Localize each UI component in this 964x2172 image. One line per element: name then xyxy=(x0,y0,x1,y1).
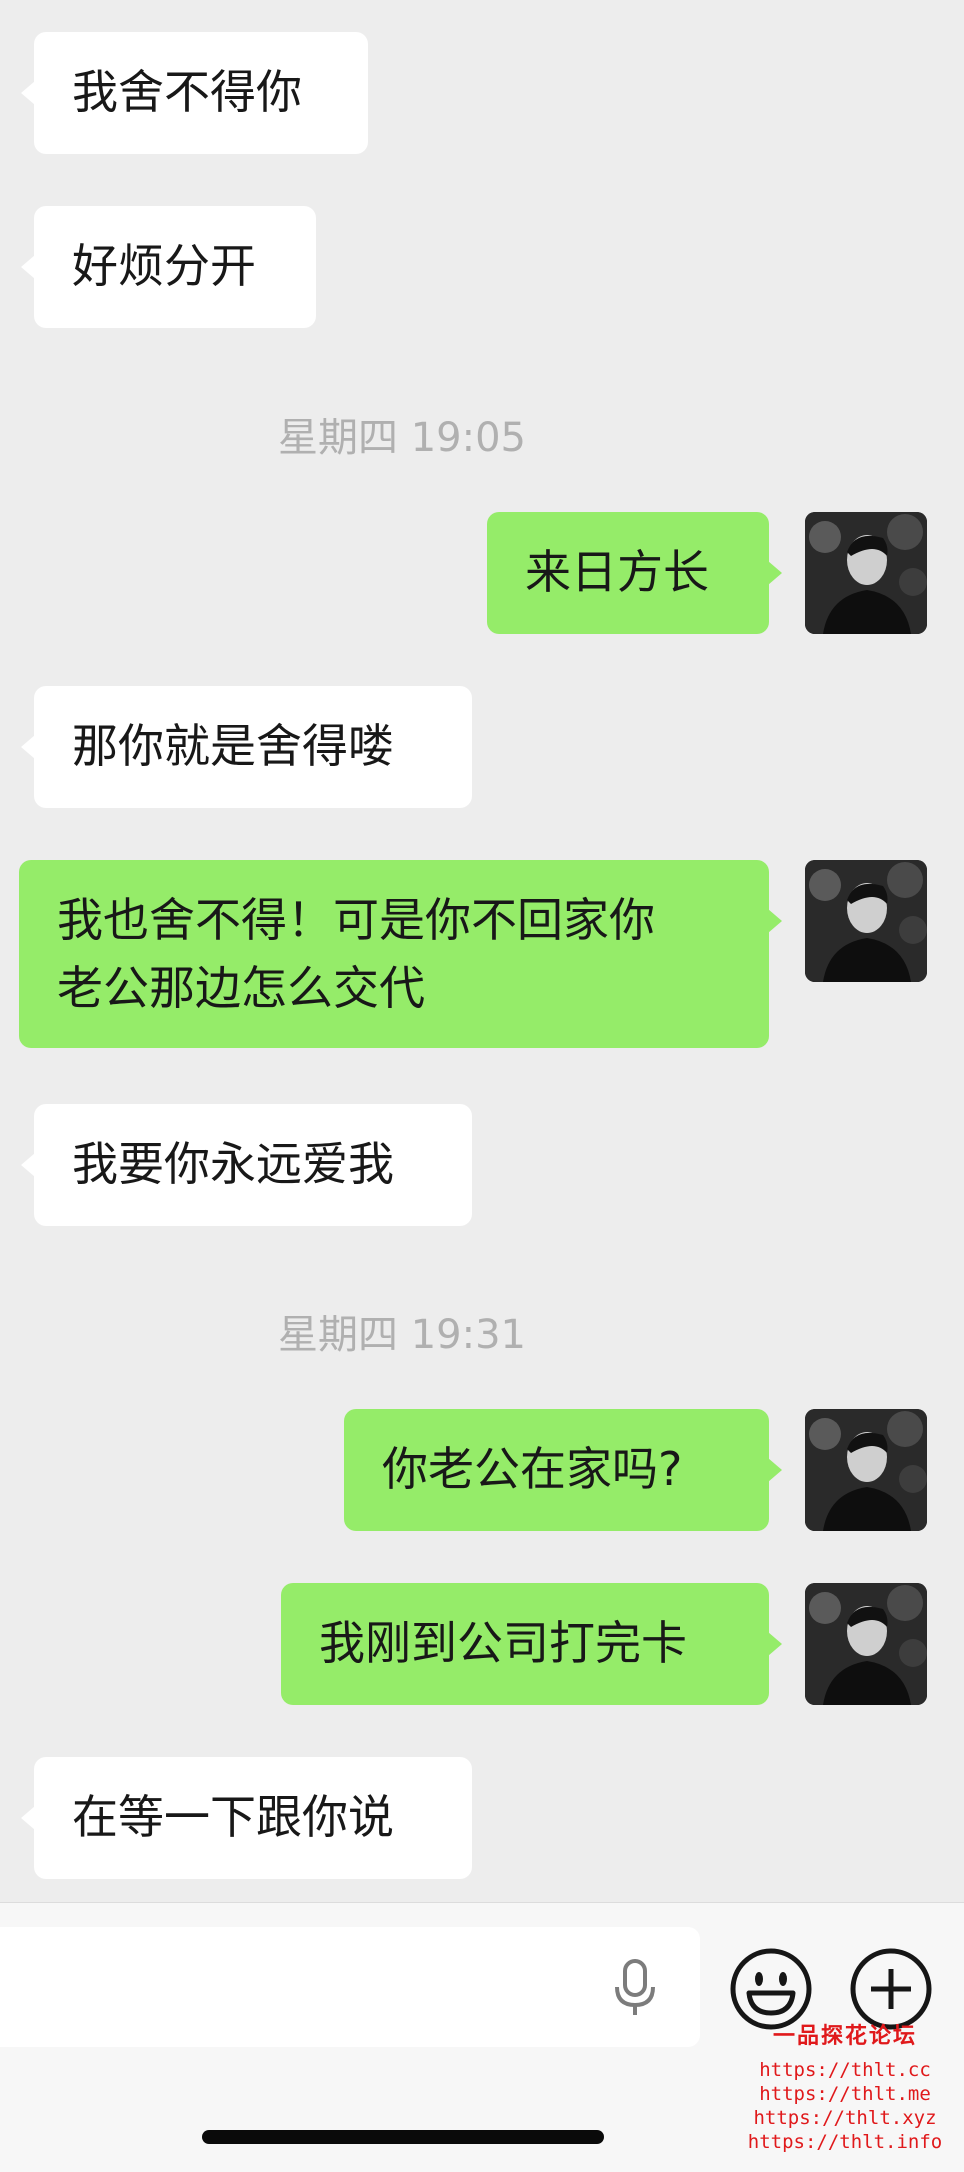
avatar[interactable] xyxy=(805,1409,927,1531)
avatar[interactable] xyxy=(805,1583,927,1705)
timestamp: 星期四 19:05 xyxy=(278,415,526,461)
incoming-message[interactable]: 好烦分开 xyxy=(21,206,316,328)
message-text: 你老公在家吗? xyxy=(382,1442,683,1496)
avatar-image xyxy=(805,512,927,634)
outgoing-message[interactable]: 来日方长 xyxy=(487,512,782,634)
avatar-image xyxy=(805,1409,927,1531)
message-text: 我也舍不得！可是你不回家你 xyxy=(57,893,655,947)
message-list[interactable]: 我舍不得你 好烦分开 星期四 19:05 来日方长 那你就是舍得喽 我也舍不得！… xyxy=(0,0,964,1902)
avatar-image xyxy=(805,1583,927,1705)
watermark-title: 一品探花论坛 xyxy=(772,2023,917,2049)
microphone-icon[interactable] xyxy=(610,1957,660,2021)
avatar[interactable] xyxy=(805,512,927,634)
incoming-message[interactable]: 我要你永远爱我 xyxy=(21,1104,472,1226)
message-text: 老公那边怎么交代 xyxy=(57,961,425,1015)
watermark: 一品探花论坛 https://thlt.cc https://thlt.me h… xyxy=(740,2018,950,2154)
home-indicator[interactable] xyxy=(202,2130,604,2144)
message-text: 我舍不得你 xyxy=(72,65,302,119)
chat-screen: 我舍不得你 好烦分开 星期四 19:05 来日方长 那你就是舍得喽 我也舍不得！… xyxy=(0,0,964,2172)
timestamp: 星期四 19:31 xyxy=(278,1312,526,1358)
incoming-message[interactable]: 在等一下跟你说 xyxy=(21,1757,472,1879)
message-input[interactable] xyxy=(0,1927,700,2047)
watermark-url: https://thlt.cc xyxy=(759,2059,931,2081)
watermark-url: https://thlt.xyz xyxy=(753,2107,937,2129)
watermark-url: https://thlt.me xyxy=(759,2083,931,2105)
message-text: 在等一下跟你说 xyxy=(72,1790,394,1844)
watermark-url: https://thlt.info xyxy=(747,2131,943,2153)
message-text: 那你就是舍得喽 xyxy=(72,719,394,773)
message-text: 我刚到公司打完卡 xyxy=(319,1616,687,1670)
message-text: 来日方长 xyxy=(525,545,709,599)
incoming-message[interactable]: 那你就是舍得喽 xyxy=(21,686,472,808)
message-text: 好烦分开 xyxy=(72,239,256,293)
avatar[interactable] xyxy=(805,860,927,982)
avatar-image xyxy=(805,860,927,982)
incoming-message[interactable]: 我舍不得你 xyxy=(21,32,368,154)
message-text: 我要你永远爱我 xyxy=(72,1137,394,1191)
outgoing-message[interactable]: 你老公在家吗? xyxy=(344,1409,782,1531)
outgoing-message[interactable]: 我刚到公司打完卡 xyxy=(281,1583,782,1705)
outgoing-message[interactable]: 我也舍不得！可是你不回家你 老公那边怎么交代 xyxy=(19,860,782,1048)
